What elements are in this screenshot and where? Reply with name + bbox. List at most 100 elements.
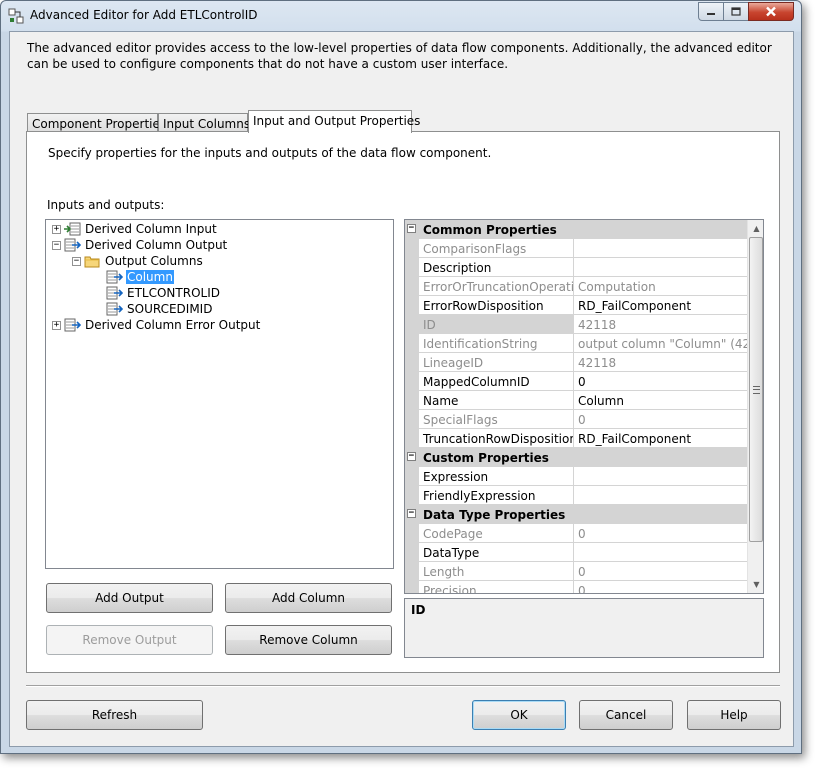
tree-item-output-columns[interactable]: − Output Columns: [72, 253, 204, 269]
property-value[interactable]: [574, 239, 747, 258]
help-button[interactable]: Help: [687, 700, 781, 730]
tree-item-label: SOURCEDIMID: [127, 302, 213, 316]
remove-output-button[interactable]: Remove Output: [46, 625, 213, 655]
add-column-button[interactable]: Add Column: [225, 583, 392, 613]
property-value[interactable]: Computation: [574, 277, 747, 296]
io-properties-panel: Specify properties for the inputs and ou…: [26, 131, 780, 673]
property-name: ComparisonFlags: [419, 239, 574, 258]
scroll-down-arrow-icon[interactable]: ▼: [748, 576, 763, 593]
tab-input-output-properties[interactable]: Input and Output Properties: [248, 110, 420, 133]
collapse-icon[interactable]: −: [52, 240, 61, 250]
property-name: DataType: [419, 543, 574, 562]
property-row[interactable]: MappedColumnID 0: [405, 372, 747, 391]
inputs-outputs-label: Inputs and outputs:: [47, 198, 165, 212]
close-icon: [766, 6, 776, 17]
property-name: ErrorRowDisposition: [419, 296, 574, 315]
property-row[interactable]: Expression: [405, 467, 747, 486]
category-custom-properties[interactable]: − Custom Properties: [405, 448, 747, 467]
tree-item-column[interactable]: Column: [106, 269, 174, 285]
close-button[interactable]: [748, 2, 794, 21]
property-value[interactable]: output column "Column" (4211: [574, 334, 747, 353]
property-row[interactable]: ErrorRowDisposition RD_FailComponent: [405, 296, 747, 315]
scroll-up-arrow-icon[interactable]: ▲: [748, 220, 763, 237]
category-label: Data Type Properties: [423, 508, 566, 522]
property-name: ErrorOrTruncationOperation: [419, 277, 574, 296]
property-row[interactable]: Name Column: [405, 391, 747, 410]
property-row[interactable]: FriendlyExpression: [405, 486, 747, 505]
add-output-button[interactable]: Add Output: [46, 583, 213, 613]
property-row[interactable]: TruncationRowDisposition RD_FailComponent: [405, 429, 747, 448]
folder-icon: [84, 256, 100, 268]
collapse-icon[interactable]: −: [407, 224, 416, 233]
property-row[interactable]: LineageID 42118: [405, 353, 747, 372]
window-title: Advanced Editor for Add ETLControlID: [30, 8, 258, 22]
property-grid-scrollbar[interactable]: ▲ ▼: [747, 220, 763, 593]
property-value[interactable]: 0: [574, 562, 747, 581]
app-icon: [8, 8, 24, 24]
property-value[interactable]: [574, 486, 747, 505]
input-icon: [64, 222, 81, 236]
tree-item-label: ETLCONTROLID: [127, 286, 220, 300]
category-common-properties[interactable]: − Common Properties: [405, 220, 747, 239]
expand-icon[interactable]: +: [52, 320, 61, 330]
property-value[interactable]: 0: [574, 581, 747, 593]
property-grid[interactable]: − Common Properties ComparisonFlags Desc…: [404, 219, 764, 594]
tree-item-label: Output Columns: [105, 254, 203, 268]
property-description-panel: ID: [404, 598, 764, 658]
property-name: IdentificationString: [419, 334, 574, 353]
property-value[interactable]: 42118: [574, 353, 747, 372]
tree-item-derived-column-error-output[interactable]: + Derived Column Error Output: [52, 317, 261, 333]
property-name: Length: [419, 562, 574, 581]
property-value[interactable]: [574, 467, 747, 486]
property-name: TruncationRowDisposition: [419, 429, 574, 448]
remove-column-button[interactable]: Remove Column: [225, 625, 392, 655]
tree-item-derived-column-input[interactable]: + Derived Column Input: [52, 221, 218, 237]
expand-icon[interactable]: +: [52, 224, 61, 234]
property-description-title: ID: [411, 603, 426, 617]
property-value[interactable]: 0: [574, 372, 747, 391]
property-row-selected[interactable]: ID 42118: [405, 315, 747, 334]
property-value[interactable]: RD_FailComponent: [574, 429, 747, 448]
collapse-icon[interactable]: −: [407, 452, 416, 461]
property-value[interactable]: [574, 258, 747, 277]
cancel-button[interactable]: Cancel: [579, 700, 673, 730]
property-row[interactable]: IdentificationString output column "Colum…: [405, 334, 747, 353]
advanced-editor-window: Advanced Editor for Add ETLControlID The…: [0, 0, 802, 754]
tab-component-properties[interactable]: Component Properties: [27, 113, 166, 133]
property-row[interactable]: ComparisonFlags: [405, 239, 747, 258]
maximize-icon: [731, 7, 741, 16]
property-row[interactable]: ErrorOrTruncationOperation Computation: [405, 277, 747, 296]
collapse-icon[interactable]: −: [72, 256, 81, 266]
tree-item-derived-column-output[interactable]: − Derived Column Output: [52, 237, 228, 253]
category-data-type-properties[interactable]: − Data Type Properties: [405, 505, 747, 524]
property-row[interactable]: Length 0: [405, 562, 747, 581]
tree-item-sourcedimid[interactable]: SOURCEDIMID: [106, 301, 213, 317]
title-bar[interactable]: Advanced Editor for Add ETLControlID: [1, 1, 801, 31]
property-value[interactable]: RD_FailComponent: [574, 296, 747, 315]
column-icon: [106, 270, 123, 284]
inputs-outputs-tree[interactable]: + Derived Column Input − Derived Column …: [45, 219, 394, 569]
property-row[interactable]: Precision 0: [405, 581, 747, 593]
tree-item-etlcontrolid[interactable]: ETLCONTROLID: [106, 285, 221, 301]
property-row[interactable]: Description: [405, 258, 747, 277]
minimize-icon: [707, 12, 715, 15]
property-row[interactable]: SpecialFlags 0: [405, 410, 747, 429]
property-row[interactable]: CodePage 0: [405, 524, 747, 543]
dialog-client-area: The advanced editor provides access to t…: [9, 31, 794, 747]
tab-input-columns[interactable]: Input Columns: [158, 113, 250, 133]
property-value[interactable]: Column: [574, 391, 747, 410]
maximize-button[interactable]: [723, 2, 749, 21]
property-value[interactable]: 0: [574, 410, 747, 429]
collapse-icon[interactable]: −: [407, 509, 416, 518]
property-row[interactable]: DataType: [405, 543, 747, 562]
property-name: CodePage: [419, 524, 574, 543]
property-value[interactable]: 0: [574, 524, 747, 543]
ok-button[interactable]: OK: [472, 700, 566, 730]
scrollbar-thumb[interactable]: [749, 237, 763, 542]
category-label: Custom Properties: [423, 451, 549, 465]
minimize-button[interactable]: [698, 2, 724, 21]
property-value[interactable]: [574, 543, 747, 562]
property-value[interactable]: 42118: [574, 315, 747, 334]
property-name: FriendlyExpression: [419, 486, 574, 505]
refresh-button[interactable]: Refresh: [26, 700, 203, 730]
